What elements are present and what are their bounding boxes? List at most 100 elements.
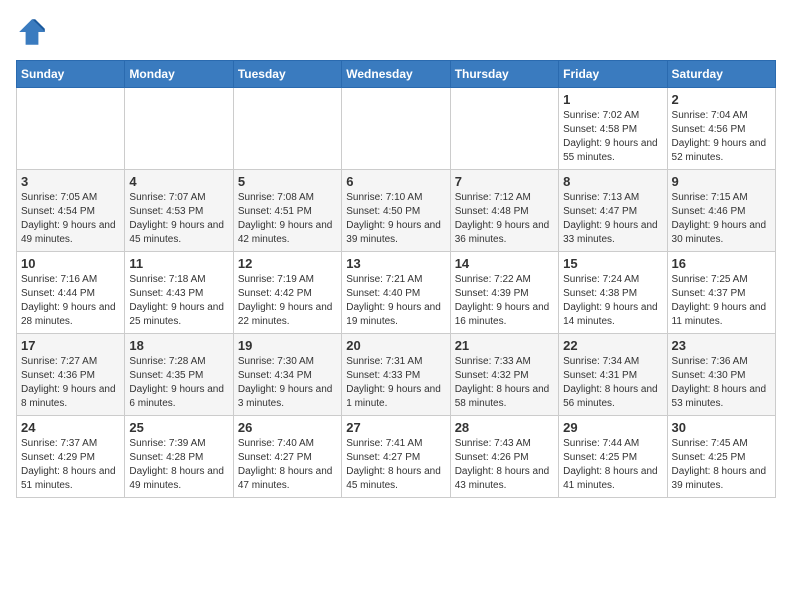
day-number: 26	[238, 420, 337, 435]
day-number: 5	[238, 174, 337, 189]
weekday-header: Tuesday	[233, 61, 341, 88]
weekday-header: Monday	[125, 61, 233, 88]
calendar-cell: 19 Sunrise: 7:30 AM Sunset: 4:34 PM Dayli…	[233, 334, 341, 416]
calendar-cell: 18 Sunrise: 7:28 AM Sunset: 4:35 PM Dayli…	[125, 334, 233, 416]
day-number: 21	[455, 338, 554, 353]
calendar-cell: 29 Sunrise: 7:44 AM Sunset: 4:25 PM Dayli…	[559, 416, 667, 498]
day-number: 1	[563, 92, 662, 107]
day-number: 2	[672, 92, 771, 107]
day-number: 17	[21, 338, 120, 353]
day-info: Sunrise: 7:31 AM Sunset: 4:33 PM Dayligh…	[346, 355, 445, 411]
day-number: 27	[346, 420, 445, 435]
day-number: 9	[672, 174, 771, 189]
day-info: Sunrise: 7:40 AM Sunset: 4:27 PM Dayligh…	[238, 437, 337, 493]
calendar-week-row: 3 Sunrise: 7:05 AM Sunset: 4:54 PM Daylig…	[17, 170, 776, 252]
calendar-week-row: 10Sunrise: 7:16 AM Sunset: 4:44 PM Dayli…	[17, 252, 776, 334]
day-info: Sunrise: 7:43 AM Sunset: 4:26 PM Dayligh…	[455, 437, 554, 493]
day-info: Sunrise: 7:28 AM Sunset: 4:35 PM Dayligh…	[129, 355, 228, 411]
day-number: 14	[455, 256, 554, 271]
day-number: 19	[238, 338, 337, 353]
day-number: 8	[563, 174, 662, 189]
calendar-cell: 7 Sunrise: 7:12 AM Sunset: 4:48 PM Daylig…	[450, 170, 558, 252]
weekday-header: Friday	[559, 61, 667, 88]
day-number: 13	[346, 256, 445, 271]
calendar-cell: 16Sunrise: 7:25 AM Sunset: 4:37 PM Dayli…	[667, 252, 775, 334]
calendar-cell: 28 Sunrise: 7:43 AM Sunset: 4:26 PM Dayli…	[450, 416, 558, 498]
logo-icon	[16, 16, 48, 48]
calendar-header-row: SundayMondayTuesdayWednesdayThursdayFrid…	[17, 61, 776, 88]
day-info: Sunrise: 7:27 AM Sunset: 4:36 PM Dayligh…	[21, 355, 120, 411]
day-info: Sunrise: 7:21 AM Sunset: 4:40 PM Dayligh…	[346, 273, 445, 329]
weekday-header: Thursday	[450, 61, 558, 88]
day-info: Sunrise: 7:08 AM Sunset: 4:51 PM Dayligh…	[238, 191, 337, 247]
day-number: 24	[21, 420, 120, 435]
day-info: Sunrise: 7:16 AM Sunset: 4:44 PM Dayligh…	[21, 273, 120, 329]
calendar-cell: 20Sunrise: 7:31 AM Sunset: 4:33 PM Dayli…	[342, 334, 450, 416]
day-info: Sunrise: 7:05 AM Sunset: 4:54 PM Dayligh…	[21, 191, 120, 247]
day-info: Sunrise: 7:30 AM Sunset: 4:34 PM Dayligh…	[238, 355, 337, 411]
day-info: Sunrise: 7:02 AM Sunset: 4:58 PM Dayligh…	[563, 109, 662, 165]
day-info: Sunrise: 7:24 AM Sunset: 4:38 PM Dayligh…	[563, 273, 662, 329]
day-info: Sunrise: 7:33 AM Sunset: 4:32 PM Dayligh…	[455, 355, 554, 411]
day-info: Sunrise: 7:39 AM Sunset: 4:28 PM Dayligh…	[129, 437, 228, 493]
calendar-cell: 25 Sunrise: 7:39 AM Sunset: 4:28 PM Dayli…	[125, 416, 233, 498]
day-number: 11	[129, 256, 228, 271]
calendar-cell: 11 Sunrise: 7:18 AM Sunset: 4:43 PM Dayli…	[125, 252, 233, 334]
day-info: Sunrise: 7:44 AM Sunset: 4:25 PM Dayligh…	[563, 437, 662, 493]
weekday-header: Saturday	[667, 61, 775, 88]
day-info: Sunrise: 7:22 AM Sunset: 4:39 PM Dayligh…	[455, 273, 554, 329]
weekday-header: Wednesday	[342, 61, 450, 88]
day-number: 4	[129, 174, 228, 189]
day-number: 12	[238, 256, 337, 271]
day-info: Sunrise: 7:18 AM Sunset: 4:43 PM Dayligh…	[129, 273, 228, 329]
day-info: Sunrise: 7:34 AM Sunset: 4:31 PM Dayligh…	[563, 355, 662, 411]
calendar-week-row: 1 Sunrise: 7:02 AM Sunset: 4:58 PM Daylig…	[17, 88, 776, 170]
calendar-cell: 4 Sunrise: 7:07 AM Sunset: 4:53 PM Daylig…	[125, 170, 233, 252]
day-number: 7	[455, 174, 554, 189]
day-info: Sunrise: 7:45 AM Sunset: 4:25 PM Dayligh…	[672, 437, 771, 493]
day-number: 16	[672, 256, 771, 271]
calendar-cell: 9 Sunrise: 7:15 AM Sunset: 4:46 PM Daylig…	[667, 170, 775, 252]
calendar-cell: 21 Sunrise: 7:33 AM Sunset: 4:32 PM Dayli…	[450, 334, 558, 416]
calendar-cell	[342, 88, 450, 170]
calendar-week-row: 17 Sunrise: 7:27 AM Sunset: 4:36 PM Dayli…	[17, 334, 776, 416]
day-number: 6	[346, 174, 445, 189]
day-info: Sunrise: 7:19 AM Sunset: 4:42 PM Dayligh…	[238, 273, 337, 329]
calendar-cell: 6 Sunrise: 7:10 AM Sunset: 4:50 PM Daylig…	[342, 170, 450, 252]
calendar-cell	[125, 88, 233, 170]
weekday-header: Sunday	[17, 61, 125, 88]
calendar-cell: 30Sunrise: 7:45 AM Sunset: 4:25 PM Dayli…	[667, 416, 775, 498]
calendar-cell: 23 Sunrise: 7:36 AM Sunset: 4:30 PM Dayli…	[667, 334, 775, 416]
calendar-cell: 24 Sunrise: 7:37 AM Sunset: 4:29 PM Dayli…	[17, 416, 125, 498]
calendar-cell: 1 Sunrise: 7:02 AM Sunset: 4:58 PM Daylig…	[559, 88, 667, 170]
day-info: Sunrise: 7:41 AM Sunset: 4:27 PM Dayligh…	[346, 437, 445, 493]
day-number: 28	[455, 420, 554, 435]
calendar-cell: 15 Sunrise: 7:24 AM Sunset: 4:38 PM Dayli…	[559, 252, 667, 334]
calendar-cell: 12 Sunrise: 7:19 AM Sunset: 4:42 PM Dayli…	[233, 252, 341, 334]
calendar-cell: 5 Sunrise: 7:08 AM Sunset: 4:51 PM Daylig…	[233, 170, 341, 252]
day-info: Sunrise: 7:07 AM Sunset: 4:53 PM Dayligh…	[129, 191, 228, 247]
calendar-week-row: 24 Sunrise: 7:37 AM Sunset: 4:29 PM Dayli…	[17, 416, 776, 498]
day-info: Sunrise: 7:13 AM Sunset: 4:47 PM Dayligh…	[563, 191, 662, 247]
day-number: 22	[563, 338, 662, 353]
calendar-cell: 2Sunrise: 7:04 AM Sunset: 4:56 PM Daylig…	[667, 88, 775, 170]
calendar-cell: 14 Sunrise: 7:22 AM Sunset: 4:39 PM Dayli…	[450, 252, 558, 334]
day-info: Sunrise: 7:36 AM Sunset: 4:30 PM Dayligh…	[672, 355, 771, 411]
day-number: 25	[129, 420, 228, 435]
logo	[16, 16, 52, 48]
day-info: Sunrise: 7:37 AM Sunset: 4:29 PM Dayligh…	[21, 437, 120, 493]
day-number: 29	[563, 420, 662, 435]
calendar-cell: 27 Sunrise: 7:41 AM Sunset: 4:27 PM Dayli…	[342, 416, 450, 498]
day-info: Sunrise: 7:12 AM Sunset: 4:48 PM Dayligh…	[455, 191, 554, 247]
calendar-cell: 17 Sunrise: 7:27 AM Sunset: 4:36 PM Dayli…	[17, 334, 125, 416]
day-number: 15	[563, 256, 662, 271]
calendar-cell	[17, 88, 125, 170]
calendar-cell	[450, 88, 558, 170]
day-number: 3	[21, 174, 120, 189]
day-number: 18	[129, 338, 228, 353]
calendar-table: SundayMondayTuesdayWednesdayThursdayFrid…	[16, 60, 776, 498]
day-info: Sunrise: 7:10 AM Sunset: 4:50 PM Dayligh…	[346, 191, 445, 247]
day-number: 23	[672, 338, 771, 353]
day-info: Sunrise: 7:15 AM Sunset: 4:46 PM Dayligh…	[672, 191, 771, 247]
calendar-cell: 8 Sunrise: 7:13 AM Sunset: 4:47 PM Daylig…	[559, 170, 667, 252]
